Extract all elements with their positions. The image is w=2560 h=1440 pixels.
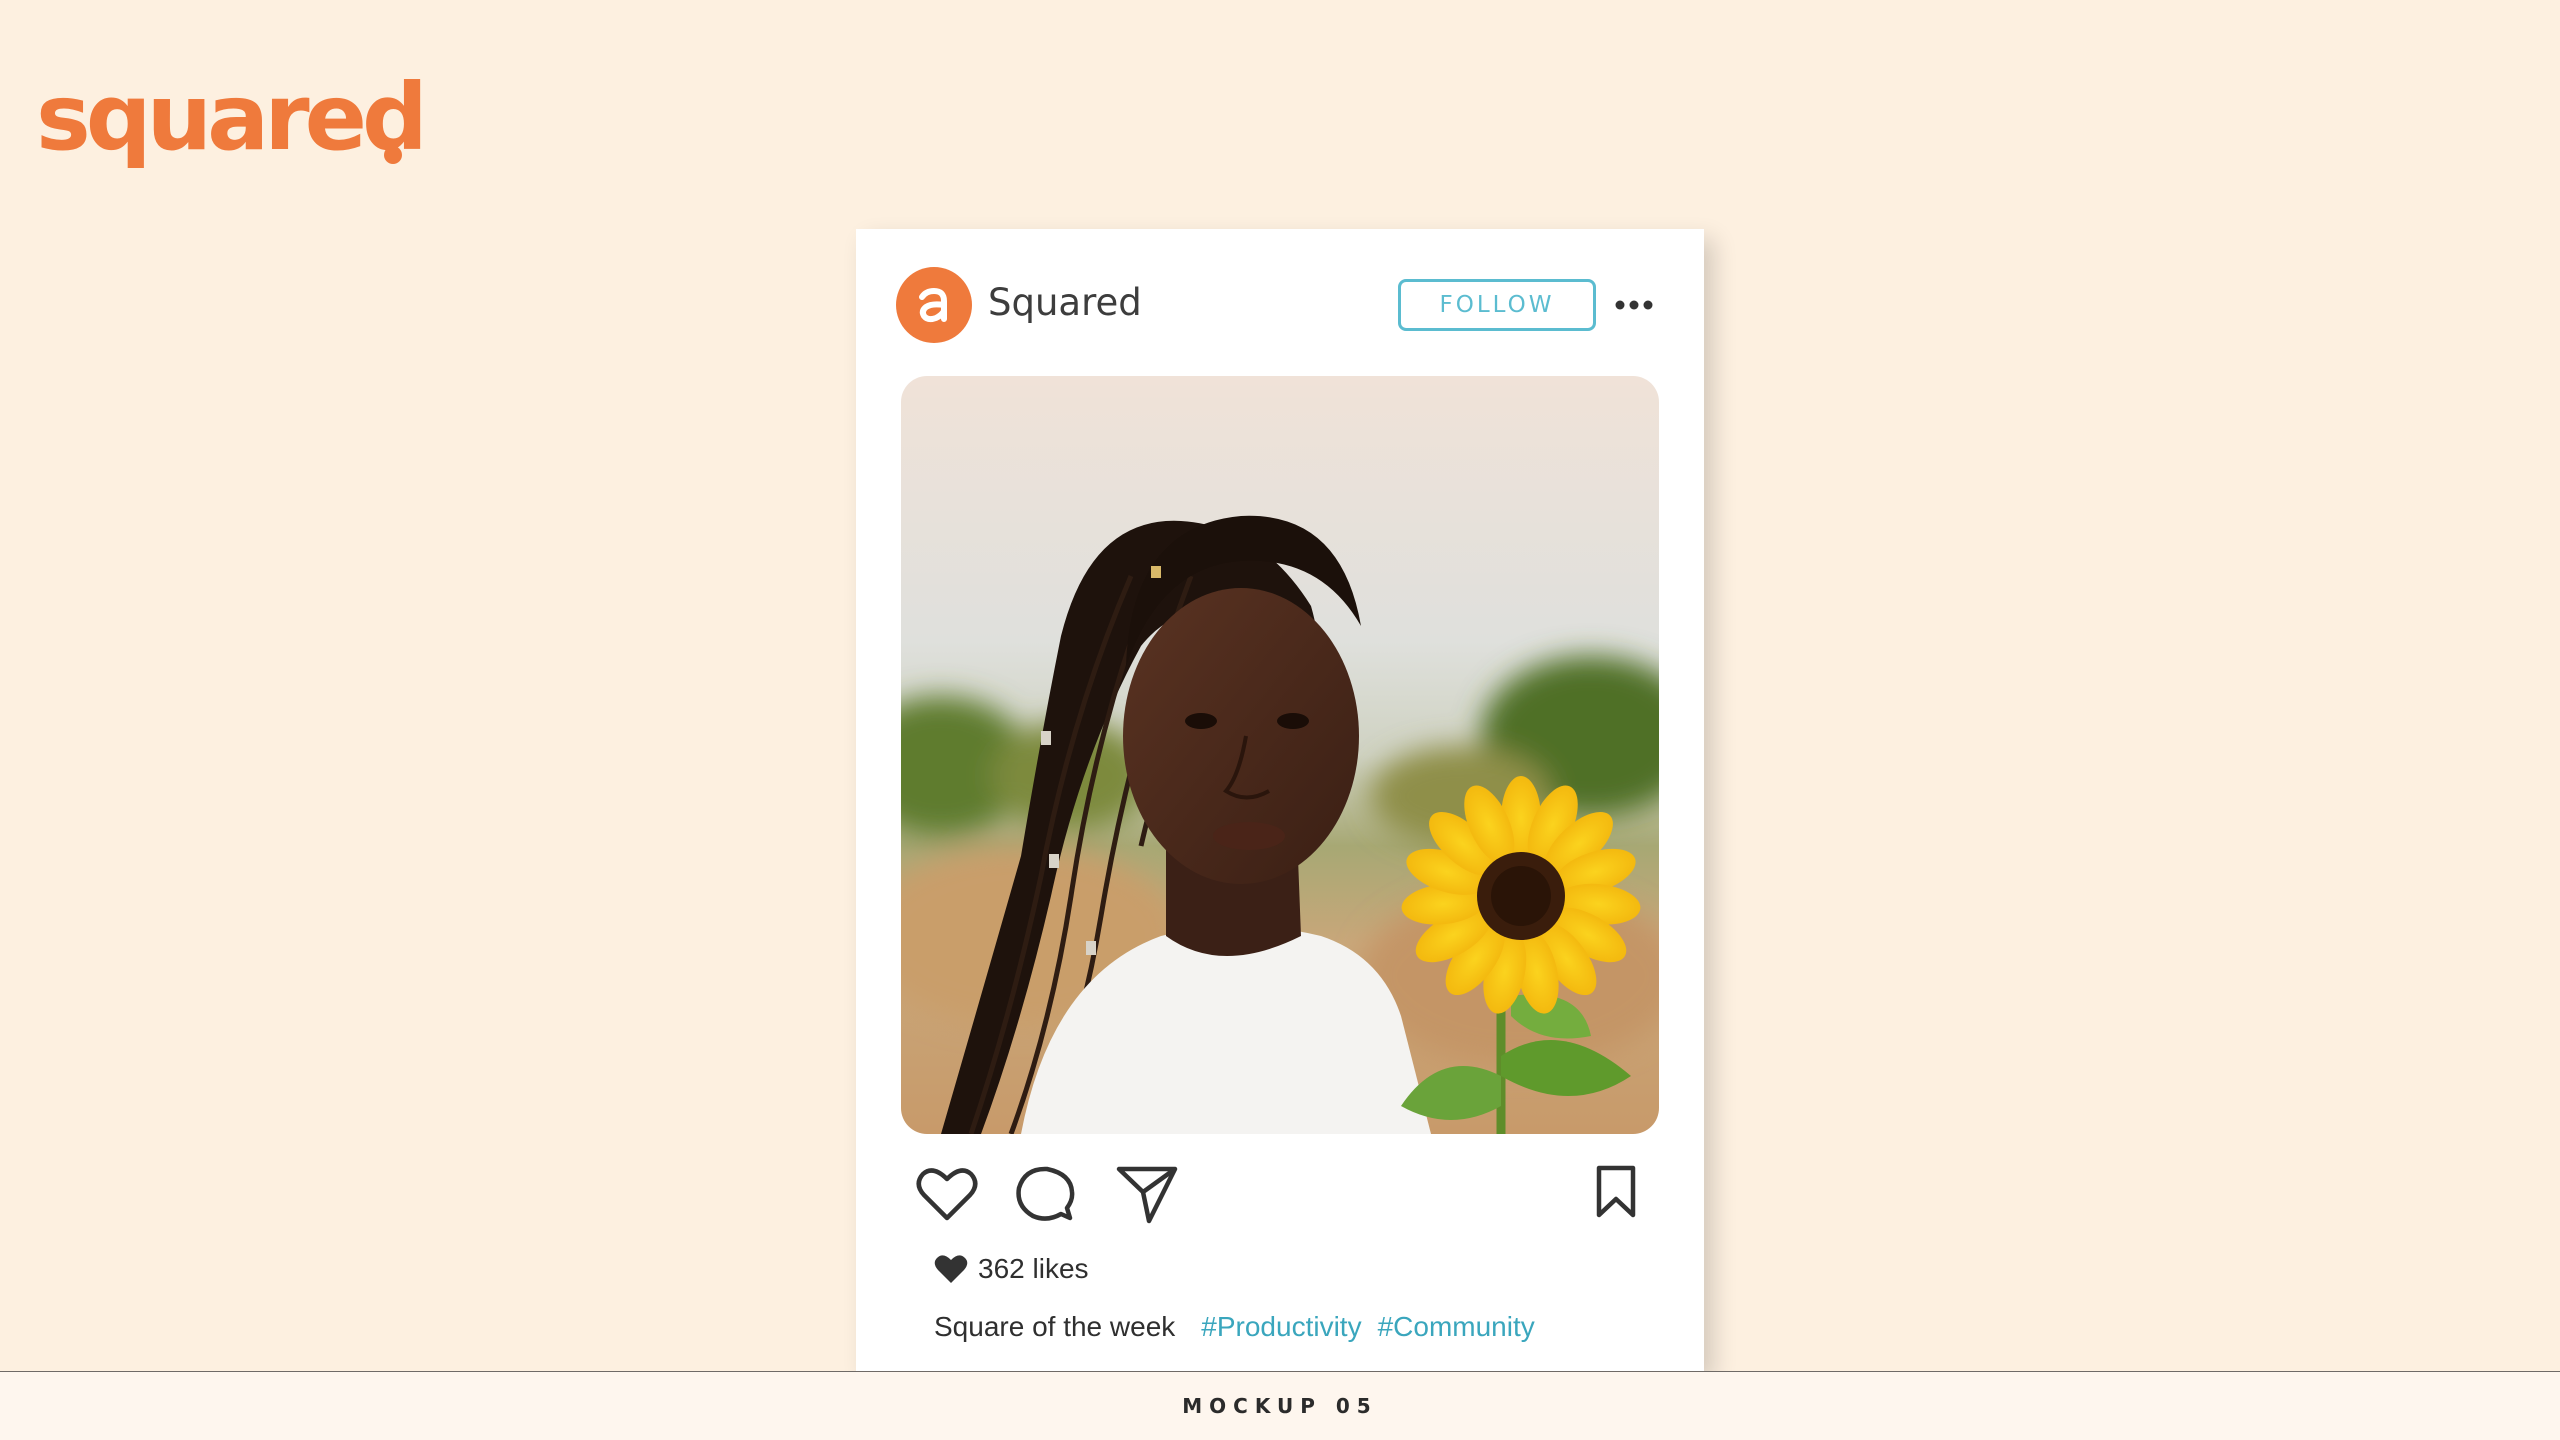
avatar[interactable] bbox=[896, 267, 972, 343]
avatar-letter-icon bbox=[919, 287, 947, 323]
likes-count[interactable]: 362 likes bbox=[978, 1253, 1089, 1285]
follow-button[interactable]: FOLLOW bbox=[1398, 279, 1596, 331]
brand-logo: squared bbox=[36, 64, 428, 171]
more-options-icon bbox=[1615, 300, 1653, 310]
account-name[interactable]: Squared bbox=[988, 281, 1142, 325]
like-button[interactable] bbox=[914, 1165, 980, 1223]
bookmark-icon bbox=[1596, 1165, 1636, 1218]
comment-button[interactable] bbox=[1014, 1163, 1076, 1225]
share-icon bbox=[1116, 1166, 1178, 1224]
caption-row: Square of the week #Productivity #Commun… bbox=[934, 1311, 1535, 1343]
caption-text: Square of the week bbox=[934, 1311, 1176, 1342]
heart-icon bbox=[916, 1168, 978, 1221]
hashtag-list: #Productivity #Community bbox=[1201, 1311, 1534, 1343]
likes-row: 362 likes bbox=[934, 1253, 1089, 1285]
comment-icon bbox=[1016, 1166, 1075, 1221]
more-options-button[interactable] bbox=[1610, 285, 1658, 325]
hashtag-community[interactable]: #Community bbox=[1378, 1311, 1535, 1343]
portrait-with-sunflower-photo bbox=[901, 376, 1659, 1134]
footer-bar: MOCKUP 05 bbox=[0, 1371, 2560, 1440]
post-card: Squared FOLLOW 362 likes Square of the w… bbox=[856, 229, 1704, 1371]
share-button[interactable] bbox=[1114, 1163, 1180, 1225]
bookmark-button[interactable] bbox=[1592, 1163, 1640, 1221]
brand-logo-dot bbox=[384, 146, 402, 164]
mockup-label: MOCKUP 05 bbox=[1182, 1394, 1378, 1418]
hashtag-productivity[interactable]: #Productivity bbox=[1201, 1311, 1361, 1343]
filled-heart-icon bbox=[934, 1255, 968, 1283]
post-photo[interactable] bbox=[901, 376, 1659, 1134]
